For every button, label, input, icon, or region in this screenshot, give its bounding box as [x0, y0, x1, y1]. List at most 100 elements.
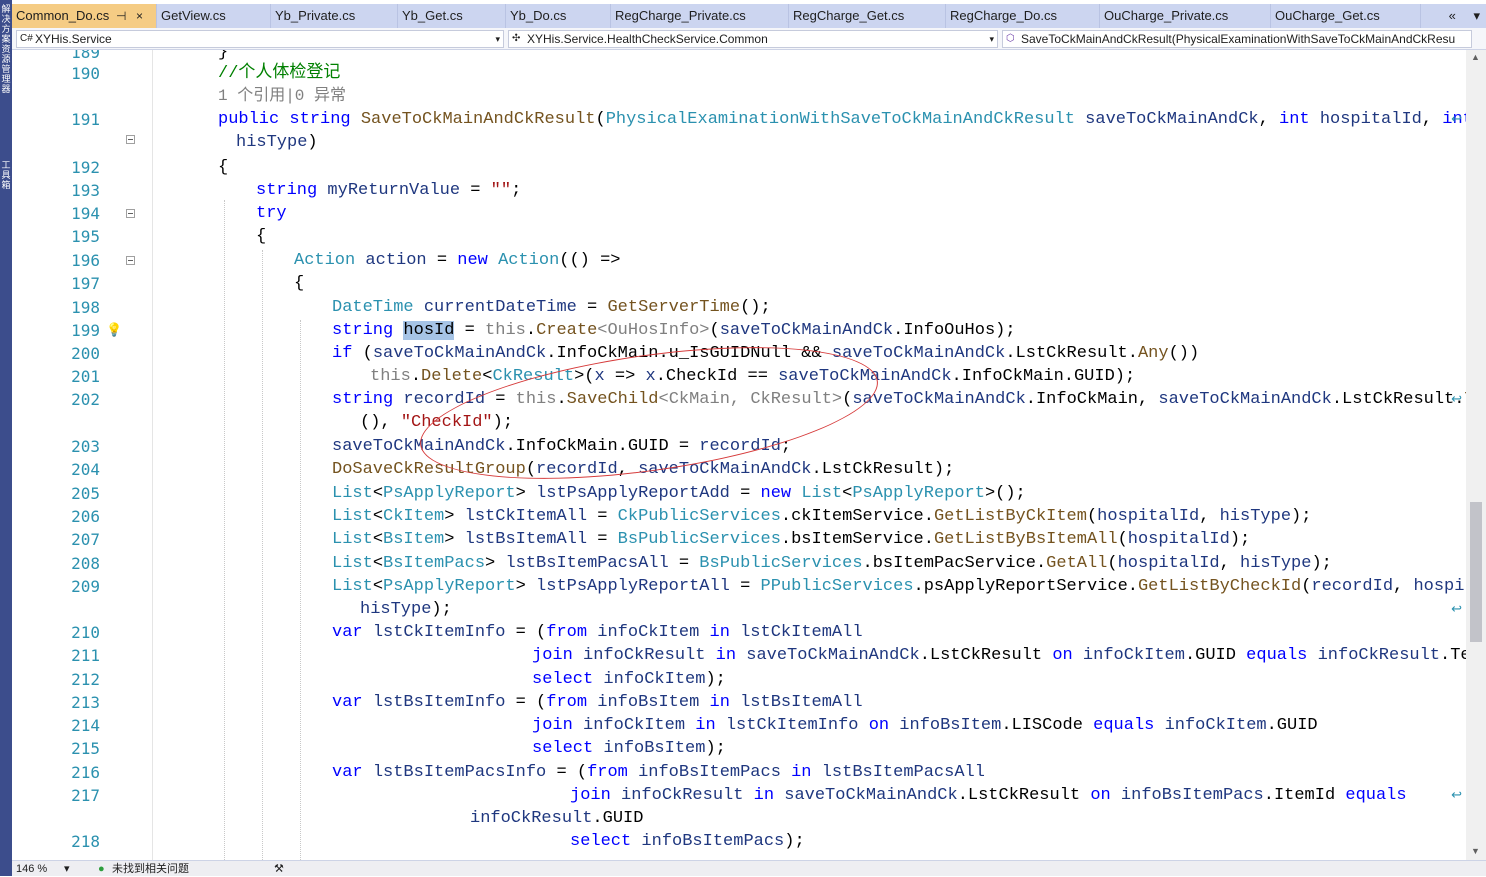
code-line[interactable]: (), "CheckId");: [12, 411, 1466, 434]
codelens-info[interactable]: 1 个引用|0 异常: [12, 85, 1466, 108]
code-line[interactable]: 205 List<PsApplyReport> lstPsApplyReportA…: [12, 482, 1466, 505]
line-number: 213: [71, 693, 100, 712]
code-line[interactable]: 190 //个人体检登记: [12, 62, 1466, 85]
code-line[interactable]: 192 {: [12, 156, 1466, 179]
code-line[interactable]: 218 select infoBsItemPacs);: [12, 830, 1466, 853]
tab-oucharge-private[interactable]: OuCharge_Private.cs: [1100, 4, 1271, 28]
code-line[interactable]: 209 List<PsApplyReport> lstPsApplyReportA…: [12, 575, 1466, 598]
code-line[interactable]: 202 string recordId = this.SaveChild<CkMa…: [12, 388, 1466, 411]
code-line[interactable]: 204 DoSaveCkResultGroup(recordId, saveToC…: [12, 458, 1466, 481]
chevron-down-icon[interactable]: ▾: [495, 31, 500, 47]
code-line[interactable]: 194 try: [12, 202, 1466, 225]
side-tool-strip[interactable]: 解决方案资源管理器 工具箱: [0, 0, 12, 876]
toolbox-side-tab[interactable]: 工具箱: [1, 160, 11, 190]
project-dropdown[interactable]: C# XYHis.Service ▾: [16, 30, 504, 48]
code-line[interactable]: 216 var lstBsItemPacsInfo = (from infoBsI…: [12, 761, 1466, 784]
code-line[interactable]: 196 Action action = new Action(() =>: [12, 249, 1466, 272]
codelens-text[interactable]: 1 个引用|0 异常: [218, 85, 346, 108]
code-line[interactable]: 199 string hosId = this.Create<OuHosInfo>…: [12, 319, 1466, 342]
code-line[interactable]: 214 join infoCkItem in lstCkItemInfo on i…: [12, 714, 1466, 737]
class-dropdown[interactable]: ✣ XYHis.Service.HealthCheckService.Commo…: [508, 30, 998, 48]
tab-yb-private[interactable]: Yb_Private.cs: [271, 4, 398, 28]
tab-yb-get[interactable]: Yb_Get.cs: [398, 4, 506, 28]
code-line[interactable]: hisType); ↩: [12, 598, 1466, 621]
code-line[interactable]: 217 join infoCkResult in saveToCkMainAndC…: [12, 784, 1466, 807]
line-number: 194: [71, 204, 100, 223]
scroll-up-arrow-icon[interactable]: ▲: [1471, 52, 1480, 62]
code-editor[interactable]: 1 个引用|0 异常 189} 190//个人体检登记 191 public strin…: [12, 50, 1466, 860]
tab-regcharge-private[interactable]: RegCharge_Private.cs: [611, 4, 789, 28]
line-number: 210: [71, 623, 100, 642]
tab-overflow-icon[interactable]: «: [1449, 8, 1456, 23]
tab-getview[interactable]: GetView.cs: [157, 4, 271, 28]
highlighted-symbol[interactable]: hosId: [403, 321, 455, 340]
code-line[interactable]: 195 {: [12, 225, 1466, 248]
code-text: //个人体检登记: [218, 64, 341, 83]
code-text: List<BsItemPacs> lstBsItemPacsAll = BsPu…: [332, 554, 1332, 573]
code-line[interactable]: 210 var lstCkItemInfo = (from infoCkItem …: [12, 621, 1466, 644]
brush-icon[interactable]: ⚒: [274, 861, 284, 877]
tab-yb-do[interactable]: Yb_Do.cs: [506, 4, 611, 28]
chevron-down-icon[interactable]: ▾: [989, 31, 994, 47]
pin-icon[interactable]: ⊣: [116, 4, 126, 28]
line-number: 204: [71, 460, 100, 479]
tab-oucharge-get[interactable]: OuCharge_Get.cs: [1271, 4, 1421, 28]
class-name: XYHis.Service.HealthCheckService.Common: [527, 32, 768, 46]
code-text: saveToCkMainAndCk.InfoCkMain.GUID = reco…: [332, 437, 792, 456]
tab-common-do[interactable]: Common_Do.cs ⊣ ×: [12, 4, 157, 28]
line-number: 215: [71, 739, 100, 758]
close-icon[interactable]: ×: [136, 4, 143, 28]
scrollbar-thumb[interactable]: [1470, 502, 1482, 642]
line-number: 208: [71, 554, 100, 573]
code-line[interactable]: 201 this.Delete<CkResult>(x => x.CheckId …: [12, 365, 1466, 388]
line-number: 218: [71, 832, 100, 851]
tab-overflow-controls: « ▾: [1449, 4, 1480, 28]
solution-explorer-side-tab[interactable]: 解决方案资源管理器: [1, 4, 11, 94]
code-text: var lstCkItemInfo = (from infoCkItem in …: [332, 623, 863, 642]
code-line[interactable]: 198 DateTime currentDateTime = GetServerT…: [12, 296, 1466, 319]
collapse-toggle-icon[interactable]: [126, 256, 135, 265]
zoom-dropdown-icon[interactable]: ▾: [64, 861, 70, 877]
tab-label: RegCharge_Get.cs: [793, 8, 905, 23]
code-line[interactable]: 211 join infoCkResult in saveToCkMainAndC…: [12, 644, 1466, 667]
code-line[interactable]: 197 {: [12, 272, 1466, 295]
tab-list-dropdown-icon[interactable]: ▾: [1473, 8, 1480, 23]
code-line[interactable]: 208 List<BsItemPacs> lstBsItemPacsAll = B…: [12, 552, 1466, 575]
tab-label: Common_Do.cs: [16, 8, 110, 23]
member-dropdown[interactable]: ⬡ SaveToCkMainAndCkResult(PhysicalExamin…: [1002, 30, 1472, 48]
code-line[interactable]: 215 select infoBsItem);: [12, 737, 1466, 760]
line-number: 195: [71, 227, 100, 246]
code-line[interactable]: 193 string myReturnValue = "";: [12, 179, 1466, 202]
line-number: 206: [71, 507, 100, 526]
code-line[interactable]: 200 if (saveToCkMainAndCk.InfoCkMain.u_Is…: [12, 342, 1466, 365]
collapse-toggle-icon[interactable]: [126, 209, 135, 218]
code-line[interactable]: 203 saveToCkMainAndCk.InfoCkMain.GUID = r…: [12, 435, 1466, 458]
line-number: 191: [71, 110, 100, 129]
code-line[interactable]: 207 List<BsItem> lstBsItemAll = BsPublicS…: [12, 528, 1466, 551]
code-line[interactable]: 213 var lstBsItemInfo = (from infoBsItem …: [12, 691, 1466, 714]
tab-regcharge-get[interactable]: RegCharge_Get.cs: [789, 4, 946, 28]
code-text: try: [256, 204, 287, 223]
code-line[interactable]: hisType): [12, 131, 1466, 154]
code-text: string hosId = this.Create<OuHosInfo>(sa…: [332, 321, 1016, 340]
code-line[interactable]: 212 select infoCkItem);: [12, 668, 1466, 691]
line-number: 209: [71, 577, 100, 596]
zoom-level[interactable]: 146 %: [16, 861, 47, 877]
line-number: 216: [71, 763, 100, 782]
line-number: 217: [71, 786, 100, 805]
scroll-down-arrow-icon[interactable]: ▼: [1471, 846, 1480, 856]
tab-label: OuCharge_Private.cs: [1104, 8, 1229, 23]
code-line[interactable]: 206 List<CkItem> lstCkItemAll = CkPublicS…: [12, 505, 1466, 528]
vertical-scrollbar[interactable]: ▲ ▼: [1466, 50, 1486, 860]
code-line[interactable]: infoCkResult.GUID: [12, 807, 1466, 830]
status-bar: 146 % ▾ ● 未找到相关问题 ⚒: [12, 860, 1486, 876]
code-text: join infoCkResult in saveToCkMainAndCk.L…: [532, 646, 1466, 665]
tab-label: RegCharge_Do.cs: [950, 8, 1057, 23]
csharp-project-icon: C#: [20, 33, 33, 44]
code-line[interactable]: 191 public string SaveToCkMainAndCkResult…: [12, 108, 1466, 144]
code-text: string recordId = this.SaveChild<CkMain,…: [332, 390, 1466, 409]
line-number: 211: [71, 646, 100, 665]
tab-regcharge-do[interactable]: RegCharge_Do.cs: [946, 4, 1100, 28]
document-tab-bar: Common_Do.cs ⊣ × GetView.cs Yb_Private.c…: [12, 4, 1486, 28]
lightbulb-icon[interactable]: 💡: [106, 319, 122, 342]
